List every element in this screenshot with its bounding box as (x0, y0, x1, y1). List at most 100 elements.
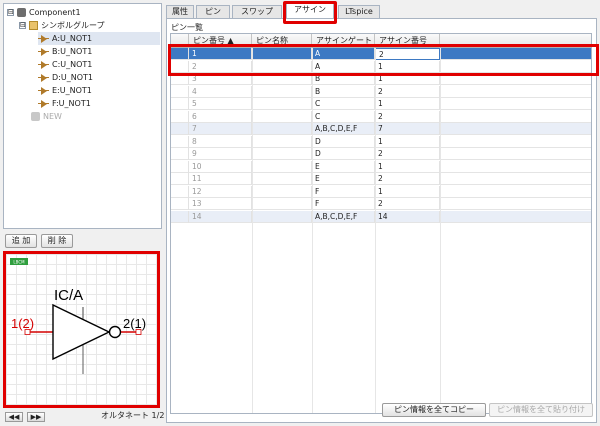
cell-gate[interactable]: F (312, 185, 375, 198)
cell-gate[interactable]: E (312, 160, 375, 173)
component-tree[interactable]: ⊟ Component1 ⊟ シンボルグループ A:U_NOT1 B:U_NOT1 … (3, 3, 162, 229)
collapse-icon[interactable]: ⊟ (7, 9, 14, 16)
cell-pin[interactable]: 1 (189, 48, 252, 60)
header-filler (440, 34, 591, 48)
cell-gate[interactable]: B (312, 73, 375, 85)
table-row[interactable]: 3 B1 (171, 73, 591, 85)
cell-assign[interactable]: 2 (375, 173, 440, 185)
cell-gate[interactable]: D (312, 135, 375, 148)
cell-gate[interactable]: D (312, 148, 375, 160)
cell-name[interactable] (252, 110, 312, 123)
cell-pin[interactable]: 6 (189, 110, 252, 123)
cell-assign[interactable]: 1 (375, 60, 440, 73)
cell-name[interactable] (252, 160, 312, 173)
cell-pin[interactable]: 7 (189, 123, 252, 135)
cell-pin[interactable]: 10 (189, 160, 252, 173)
cell-pin[interactable]: 12 (189, 185, 252, 198)
table-row[interactable]: 10 E 1 (171, 160, 591, 173)
table-row[interactable]: 14 A,B,C,D,E,F 14 (171, 210, 591, 223)
cell-name[interactable] (252, 185, 312, 198)
cell-name[interactable] (252, 148, 312, 160)
tab-assign[interactable]: アサイン (286, 3, 334, 18)
cell-assign[interactable]: 1 (375, 160, 440, 173)
cell-name[interactable] (252, 210, 312, 223)
cell-pin[interactable]: 8 (189, 135, 252, 148)
next-alternate-button[interactable]: ▶▶ (27, 412, 45, 422)
cell-name[interactable] (252, 135, 312, 148)
cell-assign[interactable]: 14 (375, 210, 440, 223)
cell-pin[interactable]: 3 (189, 73, 252, 85)
cell-assign[interactable]: 2 (375, 48, 440, 60)
tree-item-d[interactable]: D:U_NOT1 (38, 71, 93, 84)
cell-assign[interactable]: 2 (375, 110, 440, 123)
cell-name[interactable] (252, 98, 312, 110)
header-pin-name[interactable]: ピン名称 (252, 34, 312, 48)
table-row[interactable]: 8 D1 (171, 135, 591, 148)
cell-gate[interactable]: B (312, 85, 375, 98)
collapse-icon[interactable]: ⊟ (19, 22, 26, 29)
cell-pin[interactable]: 4 (189, 85, 252, 98)
cell-gate[interactable]: A (312, 48, 375, 60)
tab-pins[interactable]: ピン (196, 5, 230, 18)
header-assign-number[interactable]: アサイン番号 (375, 34, 440, 48)
cell-gate[interactable]: C (312, 98, 375, 110)
delete-button[interactable]: 削 除 (41, 234, 73, 248)
cell-assign[interactable]: 2 (375, 198, 440, 210)
cell-assign[interactable]: 7 (375, 123, 440, 135)
cell-assign[interactable]: 2 (375, 85, 440, 98)
cell-name[interactable] (252, 73, 312, 85)
tree-symbol-group[interactable]: ⊟ シンボルグループ (19, 19, 105, 32)
paste-all-pins-button[interactable]: ピン情報を全て貼り付け (489, 403, 593, 417)
table-row[interactable]: 2 A1 (171, 60, 591, 73)
tree-item-e[interactable]: E:U_NOT1 (38, 84, 92, 97)
prev-alternate-button[interactable]: ◀◀ (5, 412, 23, 422)
copy-all-pins-button[interactable]: ピン情報を全てコピー (382, 403, 486, 417)
cell-gate[interactable]: F (312, 198, 375, 210)
cell-pin[interactable]: 11 (189, 173, 252, 185)
cell-assign[interactable]: 2 (375, 148, 440, 160)
tree-item-c[interactable]: C:U_NOT1 (38, 58, 92, 71)
cell-name[interactable] (252, 48, 312, 60)
tree-item-new[interactable]: NEW (31, 110, 62, 123)
tree-item-a[interactable]: A:U_NOT1 (38, 32, 160, 45)
tab-ltspice[interactable]: LTspice (338, 5, 380, 18)
table-row[interactable]: 1 A2 (171, 48, 591, 60)
table-row[interactable]: 4 B2 (171, 85, 591, 98)
cell-gate[interactable]: A,B,C,D,E,F (312, 210, 375, 223)
pin-table[interactable]: ピン番号 ▲ ピン名称 アサインゲート アサイン番号 1A22A13B14B25… (170, 33, 592, 414)
cell-pin[interactable]: 5 (189, 98, 252, 110)
cell-gate[interactable]: E (312, 173, 375, 185)
table-row[interactable]: 11 E 2 (171, 173, 591, 185)
table-row[interactable]: 6 C2 (171, 110, 591, 123)
table-row[interactable]: 5 C1 (171, 98, 591, 110)
header-pin-number[interactable]: ピン番号 ▲ (189, 34, 252, 48)
cell-gate[interactable]: A (312, 60, 375, 73)
cell-pin[interactable]: 13 (189, 198, 252, 210)
cell-assign[interactable]: 1 (375, 98, 440, 110)
cell-gate[interactable]: A,B,C,D,E,F (312, 123, 375, 135)
header-assign-gate[interactable]: アサインゲート (312, 34, 375, 48)
tab-swap[interactable]: スワップ (232, 5, 282, 18)
cell-gate[interactable]: C (312, 110, 375, 123)
tree-root[interactable]: ⊟ Component1 (7, 6, 81, 19)
cell-pin[interactable]: 9 (189, 148, 252, 160)
table-row[interactable]: 7 A,B,C,D,E,F 7 (171, 123, 591, 135)
cell-assign[interactable]: 1 (375, 135, 440, 148)
cell-name[interactable] (252, 173, 312, 185)
table-row[interactable]: 13 F 2 (171, 198, 591, 210)
cell-pin[interactable]: 14 (189, 210, 252, 223)
cell-rowhead (171, 198, 189, 210)
tree-item-f[interactable]: F:U_NOT1 (38, 97, 91, 110)
add-button[interactable]: 追 加 (5, 234, 37, 248)
tab-attributes[interactable]: 属性 (166, 5, 194, 18)
cell-name[interactable] (252, 123, 312, 135)
cell-pin[interactable]: 2 (189, 60, 252, 73)
cell-name[interactable] (252, 60, 312, 73)
cell-assign[interactable]: 1 (375, 73, 440, 85)
tree-item-b[interactable]: B:U_NOT1 (38, 45, 92, 58)
cell-name[interactable] (252, 85, 312, 98)
table-row[interactable]: 9 D2 (171, 148, 591, 160)
cell-name[interactable] (252, 198, 312, 210)
cell-assign[interactable]: 1 (375, 185, 440, 198)
table-row[interactable]: 12 F 1 (171, 185, 591, 198)
